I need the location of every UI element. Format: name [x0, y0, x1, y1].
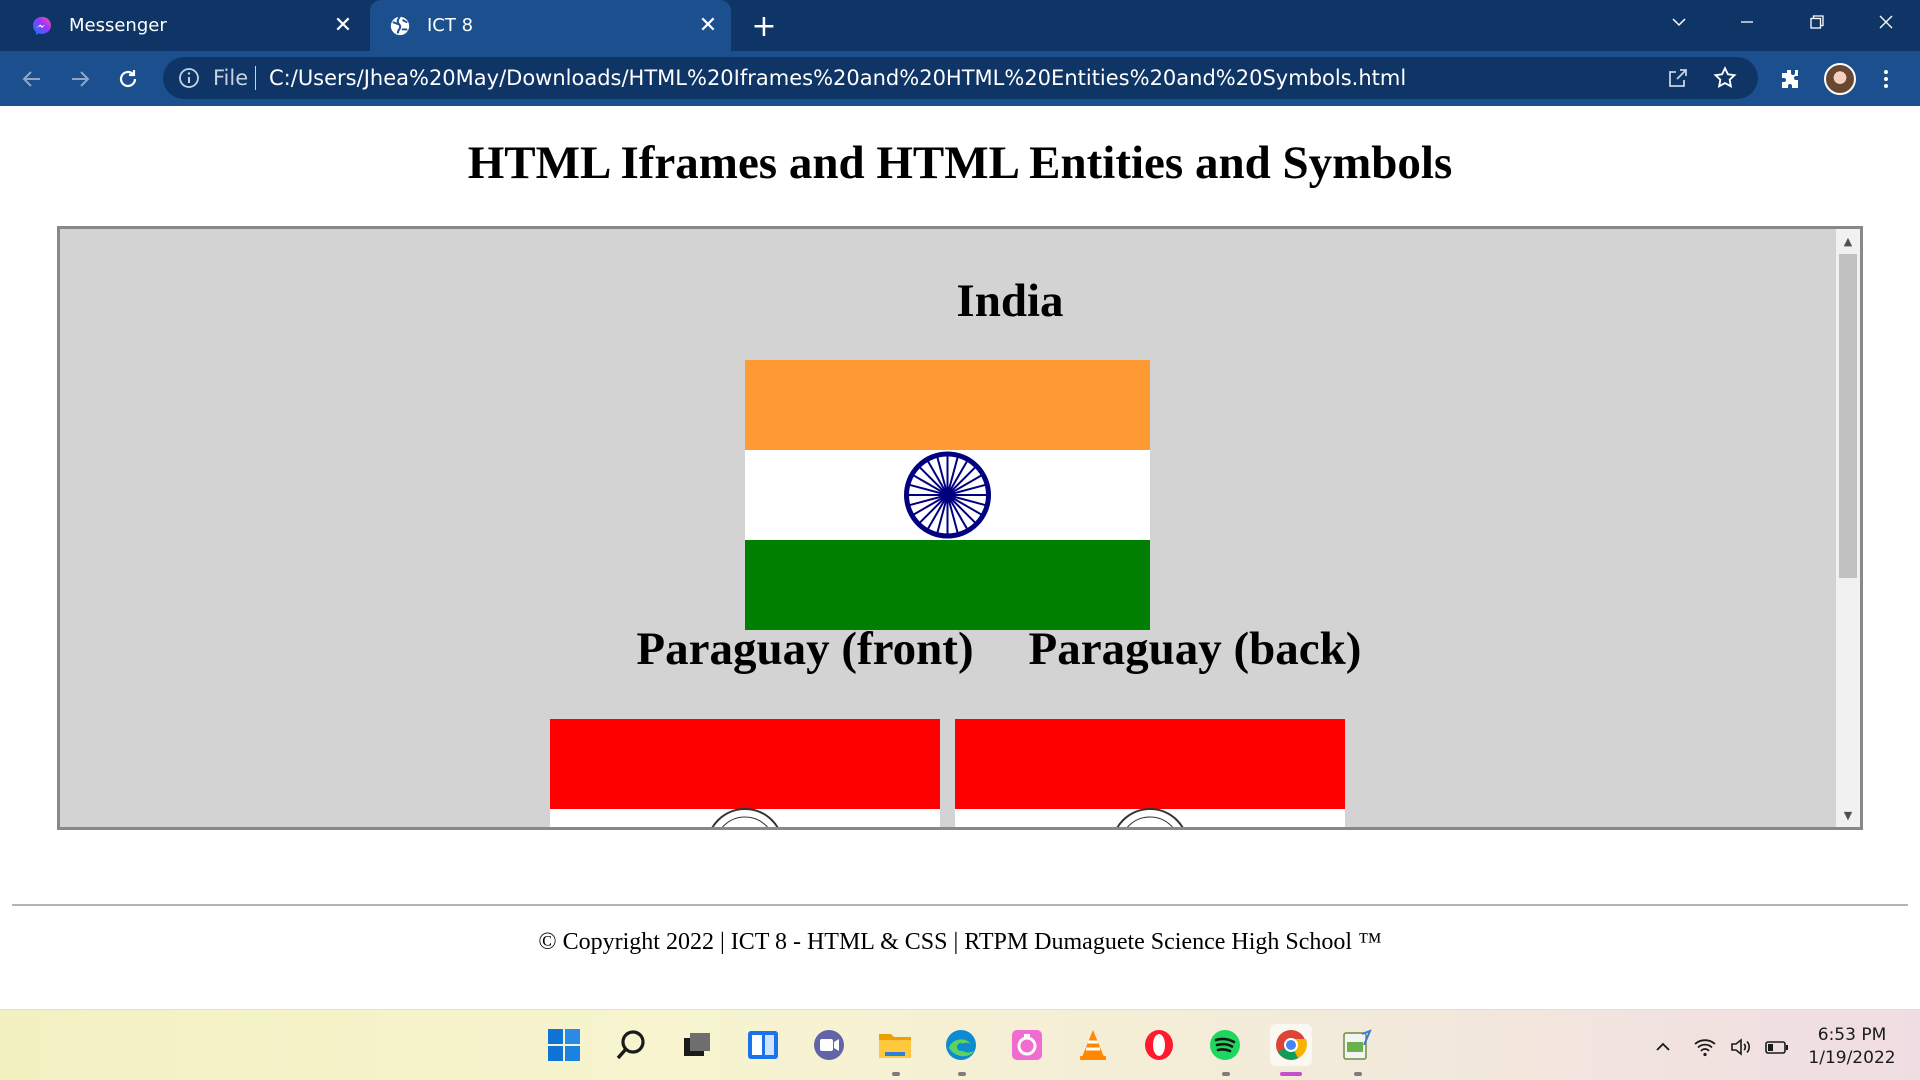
- scheme-label: File: [213, 66, 249, 90]
- reload-icon[interactable]: [109, 60, 147, 98]
- close-tab-icon[interactable]: ✕: [328, 11, 358, 41]
- bookmark-star-icon[interactable]: [1712, 65, 1738, 91]
- spotify-icon[interactable]: [1204, 1024, 1246, 1066]
- globe-icon: [390, 15, 410, 35]
- running-indicator: [1222, 1072, 1230, 1076]
- wifi-icon[interactable]: [1692, 1034, 1718, 1060]
- chat-icon[interactable]: [808, 1024, 850, 1066]
- minimize-icon[interactable]: [1716, 0, 1778, 44]
- tab-strip: Messenger ✕ ICT 8 ✕ +: [0, 0, 1920, 51]
- scroll-down-arrow-icon[interactable]: ▼: [1836, 805, 1860, 825]
- clock-time: 6:53 PM: [1817, 1025, 1887, 1045]
- india-flag-image: [745, 360, 1150, 630]
- active-app-indicator: [1280, 1072, 1302, 1076]
- info-icon[interactable]: [178, 67, 200, 89]
- messenger-icon: [33, 16, 51, 35]
- footer-copyright: © Copyright 2022 | ICT 8 - HTML & CSS | …: [538, 929, 1382, 955]
- show-hidden-icons-chevron-icon[interactable]: [1650, 1034, 1676, 1060]
- scroll-up-arrow-icon[interactable]: ▲: [1836, 231, 1860, 251]
- share-icon[interactable]: [1666, 66, 1690, 90]
- iframe-content: India Paraguay (front) Paraguay (back): [60, 229, 1839, 827]
- task-view-icon[interactable]: [676, 1024, 718, 1066]
- running-indicator: [958, 1072, 966, 1076]
- embedded-iframe[interactable]: India Paraguay (front) Paraguay (back) ▲…: [57, 226, 1863, 830]
- system-clock[interactable]: 6:53 PM 1/19/2022: [1796, 1024, 1908, 1070]
- tab-title: Messenger: [69, 15, 167, 36]
- chrome-icon[interactable]: [1270, 1024, 1312, 1066]
- browser-toolbar: File C:/Users/Jhea%20May/Downloads/HTML%…: [0, 51, 1920, 106]
- clock-date: 1/19/2022: [1808, 1048, 1896, 1068]
- paraguay-flag-back-image: [955, 719, 1345, 827]
- back-icon[interactable]: [13, 60, 51, 98]
- footer-divider: [12, 904, 1908, 906]
- tab-messenger[interactable]: Messenger ✕: [12, 0, 366, 51]
- widgets-icon[interactable]: [742, 1024, 784, 1066]
- close-tab-icon[interactable]: ✕: [693, 11, 723, 41]
- volume-icon[interactable]: [1728, 1034, 1754, 1060]
- extensions-icon[interactable]: [1771, 60, 1809, 98]
- file-explorer-icon[interactable]: [874, 1024, 916, 1066]
- search-icon[interactable]: [610, 1024, 652, 1066]
- url-text[interactable]: C:/Users/Jhea%20May/Downloads/HTML%20Ifr…: [269, 66, 1406, 90]
- new-tab-button[interactable]: +: [746, 8, 782, 44]
- scroll-thumb[interactable]: [1839, 254, 1857, 578]
- photos-icon[interactable]: [1006, 1024, 1048, 1066]
- divider: [255, 66, 256, 90]
- edge-icon[interactable]: [940, 1024, 982, 1066]
- profile-avatar[interactable]: [1824, 63, 1856, 95]
- iframe-scrollbar[interactable]: ▲ ▼: [1836, 229, 1860, 827]
- paraguay-flag-front-image: [550, 719, 940, 827]
- start-icon[interactable]: [543, 1024, 585, 1066]
- address-bar[interactable]: File C:/Users/Jhea%20May/Downloads/HTML%…: [163, 57, 1758, 99]
- restore-icon[interactable]: [1786, 0, 1848, 44]
- heading-india: India: [956, 275, 1064, 327]
- notepad-icon[interactable]: [1336, 1024, 1378, 1066]
- tab-ict8[interactable]: ICT 8 ✕: [370, 0, 731, 51]
- windows-taskbar: 6:53 PM 1/19/2022: [0, 1009, 1920, 1080]
- running-indicator: [892, 1072, 900, 1076]
- forward-icon[interactable]: [61, 60, 99, 98]
- menu-kebab-icon[interactable]: [1867, 60, 1905, 98]
- tab-search-chevron-icon[interactable]: [1648, 0, 1710, 44]
- tab-title: ICT 8: [427, 15, 474, 36]
- heading-paraguay-back: Paraguay (back): [1028, 623, 1362, 675]
- close-window-icon[interactable]: [1855, 0, 1917, 44]
- battery-icon[interactable]: [1764, 1034, 1790, 1060]
- ashoka-chakra-icon: [904, 451, 991, 539]
- running-indicator: [1354, 1072, 1362, 1076]
- vlc-icon[interactable]: [1072, 1024, 1114, 1066]
- opera-icon[interactable]: [1138, 1024, 1180, 1066]
- page-title: HTML Iframes and HTML Entities and Symbo…: [467, 137, 1453, 189]
- web-page: HTML Iframes and HTML Entities and Symbo…: [0, 106, 1920, 1009]
